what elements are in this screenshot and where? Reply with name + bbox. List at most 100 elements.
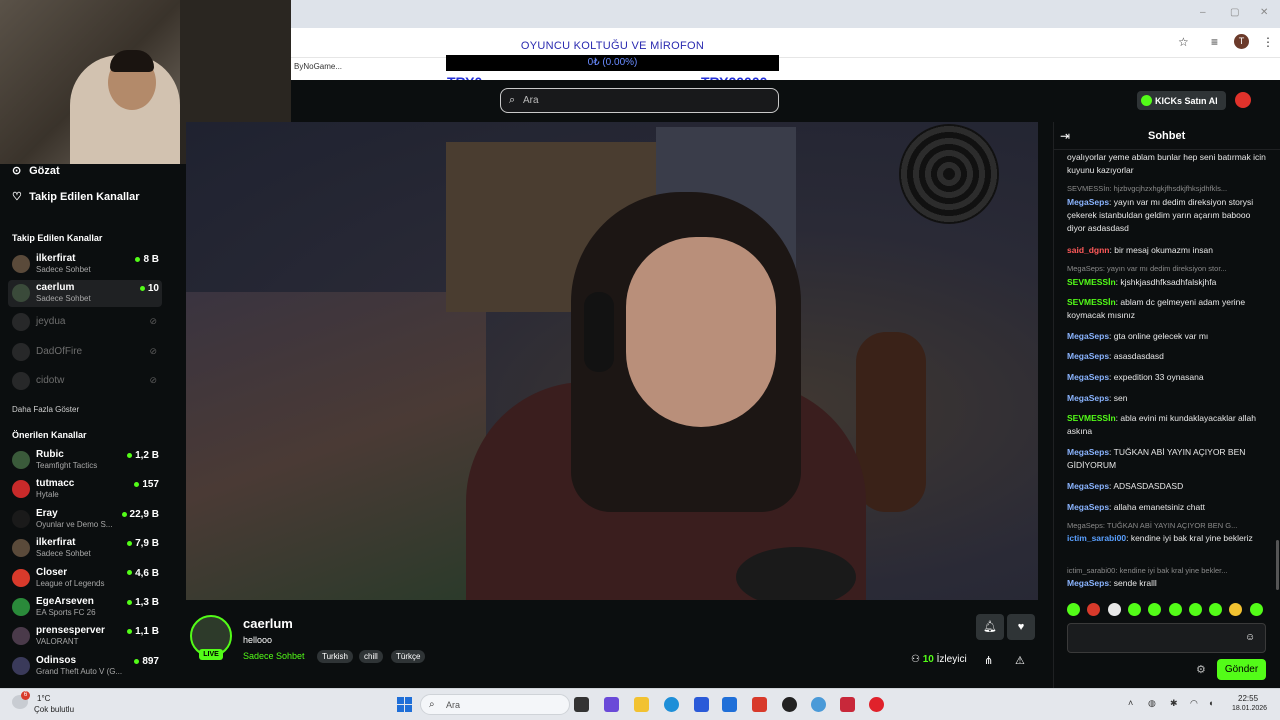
chat-username[interactable]: SEVMESSİn [1067,277,1116,287]
buy-kicks-button[interactable]: KICKs Satın Al [1137,91,1226,110]
followed-channel-row[interactable]: jeydua ⊘ [8,309,162,336]
streamer-name[interactable]: caerlum [243,616,293,631]
edge-icon[interactable] [664,697,679,712]
chat-username[interactable]: said_dgnn [1067,245,1110,255]
game-app-icon[interactable] [782,697,797,712]
profile-avatar[interactable]: T [1234,34,1249,49]
emote-icon[interactable] [1148,603,1162,616]
followed-channel-row[interactable]: cidotw ⊘ [8,368,162,395]
chat-username[interactable]: MegaSeps [1067,351,1109,361]
stream-tag[interactable]: Türkçe [391,650,426,663]
channel-avatar [12,255,30,273]
channel-name: caerlum [36,282,75,293]
recommended-channel-row[interactable]: Closer League of Legends 4,6 B [8,565,162,592]
maximize-icon[interactable]: ▢ [1230,7,1239,18]
kebab-menu-icon[interactable]: ⋮ [1262,35,1274,49]
windows-start-icon[interactable] [397,697,412,712]
recommended-channel-row[interactable]: ilkerfirat Sadece Sohbet 7,9 B [8,535,162,562]
bookmarks-bar: ByNoGame... [290,57,1280,80]
followed-channel-row[interactable]: DadOfFire ⊘ [8,339,162,366]
mail-icon[interactable] [722,697,737,712]
media-icon[interactable]: ≡ [1211,35,1218,49]
send-button[interactable]: Gönder [1217,659,1266,680]
followed-channel-row[interactable]: caerlum Sadece Sohbet 10 [8,280,162,307]
followed-channel-row[interactable]: ilkerfirat Sadece Sohbet 8 B [8,251,162,278]
yandex-icon[interactable] [752,697,767,712]
chat-username[interactable]: MegaSeps [1067,372,1109,382]
recommended-channel-row[interactable]: Odinsos Grand Theft Auto V (G... 897 [8,653,162,680]
video-off-icon: ⊘ [149,375,157,385]
clock-time[interactable]: 22:55 [1238,694,1258,703]
emote-icon[interactable] [1188,603,1202,616]
recommended-channel-row[interactable]: tutmacc Hytale 157 [8,476,162,503]
file-explorer-icon[interactable] [634,697,649,712]
emote-icon[interactable] [1168,603,1182,616]
stream-tag[interactable]: chill [359,650,383,663]
channel-viewer-count: 1,2 B [127,450,159,461]
emote-icon[interactable] [1087,603,1101,616]
chat-username[interactable]: MegaSeps [1067,447,1109,457]
recommended-channel-row[interactable]: Rubic Teamfight Tactics 1,2 B [8,447,162,474]
chat-username[interactable]: MegaSeps [1067,331,1109,341]
recommended-channel-row[interactable]: prensesperver VALORANT 1,1 B [8,623,162,650]
weather-temperature[interactable]: 1°C [37,694,50,703]
channel-viewer-value: 10 [147,283,159,294]
chrome-icon[interactable] [811,697,826,712]
close-icon[interactable]: ✕ [1260,7,1268,18]
bluetooth-icon[interactable]: ✱ [1170,698,1178,709]
task-view-icon[interactable] [574,697,589,712]
wifi-icon[interactable]: ◠ [1190,698,1198,709]
gear-icon[interactable]: ⚙ [1196,663,1206,676]
follow-heart-button[interactable]: ♥ [1007,614,1035,640]
chat-username[interactable]: ictim_sarabi00 [1067,533,1126,543]
valorant-icon[interactable] [840,697,855,712]
user-avatar[interactable] [1235,92,1251,108]
emote-icon[interactable] [1107,603,1121,616]
minimize-icon[interactable]: – [1200,7,1206,18]
live-dot-icon [127,570,133,576]
video-player[interactable] [186,122,1038,600]
chat-input[interactable] [1067,623,1266,653]
nav-following[interactable]: ♡ Takip Edilen Kanallar [12,190,140,203]
network-icon[interactable]: ◍ [1148,698,1156,709]
recommended-channel-row[interactable]: Eray Oyunlar ve Demo S... 22,9 B [8,506,162,533]
show-more-link[interactable]: Daha Fazla Göster [12,405,79,414]
search-input[interactable]: ⌕ Ara [500,88,779,113]
chat-username[interactable]: SEVMESSİn [1067,413,1116,423]
bookmark-item[interactable]: ByNoGame... [294,62,342,71]
recommended-channel-row[interactable]: EgeArseven EA Sports FC 26 1,3 B [8,594,162,621]
clock-date[interactable]: 18.01.2026 [1232,705,1267,712]
store-icon[interactable] [694,697,709,712]
chat-scrollbar[interactable] [1276,540,1279,590]
chat-username[interactable]: MegaSeps [1067,393,1109,403]
taskbar-search-input[interactable]: ⌕ Ara [420,694,570,715]
stream-category[interactable]: Sadece Sohbet [243,651,305,661]
chat-username[interactable]: MegaSeps [1067,197,1109,207]
stream-tag[interactable]: Turkish [317,650,353,663]
viewer-count-label: İzleyici [936,654,967,665]
nav-browse[interactable]: ⊙ Gözat [12,164,60,177]
emoji-icon[interactable]: ☺ [1245,632,1255,643]
viewer-count-value: 10 [922,654,934,665]
volume-icon[interactable]: ◖ [1208,698,1213,708]
opera-icon[interactable] [869,697,884,712]
emote-icon[interactable] [1249,603,1263,616]
chat-username[interactable]: SEVMESSİn [1067,297,1116,307]
emote-icon[interactable] [1209,603,1223,616]
emote-icon[interactable] [1127,603,1141,616]
weather-description[interactable]: Çok bulutlu [34,705,74,714]
notification-bell-button[interactable]: 🔔︎ [976,614,1004,640]
widgets-icon[interactable] [604,697,619,712]
chevron-up-icon[interactable]: ˄ [1128,698,1133,708]
chat-username[interactable]: MegaSeps [1067,502,1109,512]
chat-username[interactable]: MegaSeps [1067,578,1109,588]
report-icon[interactable]: ⚠ [1015,654,1025,667]
emote-icon[interactable] [1067,603,1080,616]
collapse-chat-icon[interactable]: ⇥ [1060,129,1070,143]
share-icon[interactable]: ⋔ [984,654,993,667]
star-icon[interactable]: ☆ [1178,35,1189,49]
chat-username[interactable]: MegaSeps [1067,481,1109,491]
emote-icon[interactable] [1229,603,1243,616]
chat-text: sende kralll [1113,578,1157,588]
channel-viewer-value: 157 [142,479,159,491]
